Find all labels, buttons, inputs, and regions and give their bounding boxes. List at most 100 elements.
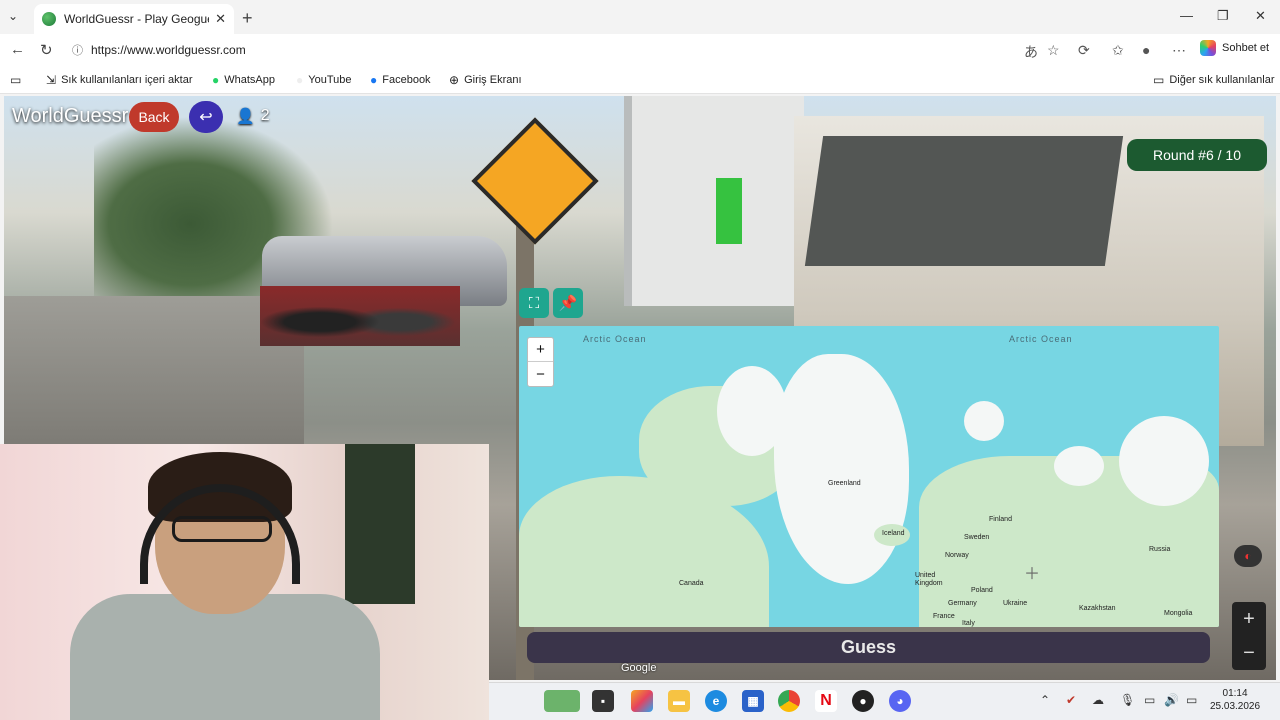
map-label-ukraine: Ukraine xyxy=(1003,600,1028,607)
new-tab-icon[interactable]: + xyxy=(242,8,253,29)
bookmark-whatsapp[interactable]: ● WhatsApp xyxy=(212,73,275,87)
novaya-zemlya-ice xyxy=(1054,446,1104,486)
map-label-sweden: Sweden xyxy=(964,534,990,541)
google-watermark: Google xyxy=(621,662,657,674)
import-icon: ⇲ xyxy=(46,73,57,87)
antivirus-icon[interactable]: ✔ xyxy=(1066,693,1076,707)
speed-bump-sign xyxy=(471,117,599,245)
bookmark-youtube[interactable]: ● YouTube xyxy=(296,73,351,87)
profile-icon[interactable]: ● xyxy=(1142,42,1150,58)
map-label-mongolia: Mongolia xyxy=(1164,610,1193,617)
copilot-app-icon[interactable] xyxy=(631,690,653,712)
svalbard-ice xyxy=(964,401,1004,441)
guess-map[interactable]: Arctic Ocean Arctic Ocean Greenland Icel… xyxy=(519,326,1219,627)
chrome-icon[interactable] xyxy=(778,690,800,712)
crosshair-cursor-icon: ＋ xyxy=(1024,566,1041,583)
volume-icon[interactable]: 🔊 xyxy=(1164,693,1179,707)
tab-title: WorldGuessr - Play Geoguessr for xyxy=(64,12,209,26)
bookmark-other[interactable]: ▭ Diğer sık kullanılanlar xyxy=(1153,73,1275,87)
guess-button[interactable]: Guess xyxy=(527,632,1210,663)
glasses xyxy=(172,516,272,542)
tab-list-icon[interactable]: ▭ xyxy=(10,73,26,87)
tray-overflow-icon[interactable]: ⌃ xyxy=(1040,693,1050,707)
battery-icon[interactable]: ▭ xyxy=(1186,693,1197,707)
map-label-poland: Poland xyxy=(971,587,993,594)
facebook-icon: ● xyxy=(370,73,378,87)
player-count: 👤 2 xyxy=(236,107,270,125)
map-zoom-in-button[interactable]: + xyxy=(528,338,553,362)
extensions-icon[interactable]: ⟳ xyxy=(1078,42,1090,59)
translate-icon[interactable]: あ xyxy=(1024,42,1038,62)
bookmark-import[interactable]: ⇲ Sık kullanılanları içeri aktar xyxy=(46,73,193,87)
bookmark-facebook[interactable]: ● Facebook xyxy=(370,73,431,87)
store-icon[interactable]: ▦ xyxy=(742,690,764,712)
app-icon[interactable]: ● xyxy=(852,690,874,712)
netflix-icon[interactable]: N xyxy=(815,690,837,712)
browser-tab[interactable]: WorldGuessr - Play Geoguessr for ✕ xyxy=(34,4,234,34)
compass-icon[interactable]: ◐ xyxy=(1234,545,1262,567)
map-label-germany: Germany xyxy=(948,600,977,607)
map-label-italy: Italy xyxy=(962,620,975,627)
edge-icon[interactable]: e xyxy=(705,690,727,712)
clock-time: 01:14 xyxy=(1222,688,1248,699)
url-field[interactable]: ⓘ https://www.worldguessr.com xyxy=(64,38,1096,62)
streetview-zoom-control: + − xyxy=(1232,602,1266,670)
copilot-label: Sohbet et xyxy=(1222,42,1270,54)
map-label-greenland: Greenland xyxy=(828,480,861,487)
player-count-value: 2 xyxy=(260,107,270,124)
motorcycles xyxy=(260,286,460,346)
close-window-icon[interactable]: ✕ xyxy=(1255,8,1266,24)
site-info-icon[interactable]: ⓘ xyxy=(72,42,83,58)
reload-icon[interactable]: ↻ xyxy=(40,41,53,59)
globe-icon xyxy=(42,12,56,26)
copilot-button[interactable]: Sohbet et xyxy=(1200,40,1269,56)
user-icon: 👤 xyxy=(236,108,255,125)
map-label-russia: Russia xyxy=(1149,546,1171,553)
weather-widget-icon[interactable] xyxy=(544,690,580,712)
clock-date: 25.03.2026 xyxy=(1210,701,1261,712)
bookmark-giris[interactable]: ⊕ Giriş Ekranı xyxy=(449,73,522,87)
more-menu-icon[interactable]: ⋯ xyxy=(1172,42,1186,59)
expand-icon: ⛶ xyxy=(528,294,540,312)
map-label-finland: Finland xyxy=(989,516,1012,523)
map-label-france: France xyxy=(933,613,955,620)
webcam-overlay xyxy=(0,444,489,720)
map-label-norway: Norway xyxy=(945,552,969,559)
map-label-canada: Canada xyxy=(679,580,704,587)
map-zoom-out-button[interactable]: − xyxy=(528,362,553,386)
hanging-jacket xyxy=(345,444,415,604)
whatsapp-icon: ● xyxy=(212,73,220,87)
round-badge: Round #6 / 10 xyxy=(1127,139,1267,171)
greenland-ice xyxy=(774,354,909,584)
back-arrow-icon[interactable]: ← xyxy=(10,41,25,58)
close-tab-icon[interactable]: ✕ xyxy=(215,11,226,27)
globe-icon: ⊕ xyxy=(449,73,460,87)
map-zoom-control: + − xyxy=(527,337,554,387)
minimize-icon[interactable]: — xyxy=(1180,8,1193,23)
microphone-icon[interactable]: 🎙 xyxy=(1120,693,1135,707)
tab-actions-icon[interactable]: ⌄ xyxy=(8,9,18,23)
map-label-iceland: Iceland xyxy=(882,530,905,537)
pin-map-button[interactable]: 📌 xyxy=(553,288,583,318)
worldguessr-logo: WorldGuessr xyxy=(12,105,129,127)
siberia-ice xyxy=(1119,416,1209,506)
favorites-icon[interactable]: ✩ xyxy=(1112,42,1124,59)
file-explorer-icon[interactable]: ▬ xyxy=(668,690,690,712)
streetview-zoom-out-button[interactable]: − xyxy=(1232,636,1266,670)
road xyxy=(4,296,304,446)
cloud-icon[interactable]: ☁ xyxy=(1092,693,1104,707)
pin-icon: 📌 xyxy=(558,295,578,312)
truck-bed xyxy=(804,136,1124,266)
fullscreen-map-button[interactable]: ⛶ xyxy=(519,288,549,318)
system-clock[interactable]: 01:14 25.03.2026 xyxy=(1210,687,1260,713)
streetview-zoom-in-button[interactable]: + xyxy=(1232,602,1266,636)
discord-icon[interactable]: ◕ xyxy=(889,690,911,712)
folder-icon: ▭ xyxy=(1153,73,1165,87)
favorite-star-icon[interactable]: ☆ xyxy=(1047,42,1060,59)
back-button[interactable]: Back xyxy=(129,102,179,132)
url-text: https://www.worldguessr.com xyxy=(91,43,246,57)
return-button[interactable]: ↩ xyxy=(189,101,223,133)
task-view-icon[interactable]: ▪ xyxy=(592,690,614,712)
maximize-icon[interactable]: ❐ xyxy=(1217,8,1229,24)
network-icon[interactable]: ▭ xyxy=(1144,693,1155,707)
